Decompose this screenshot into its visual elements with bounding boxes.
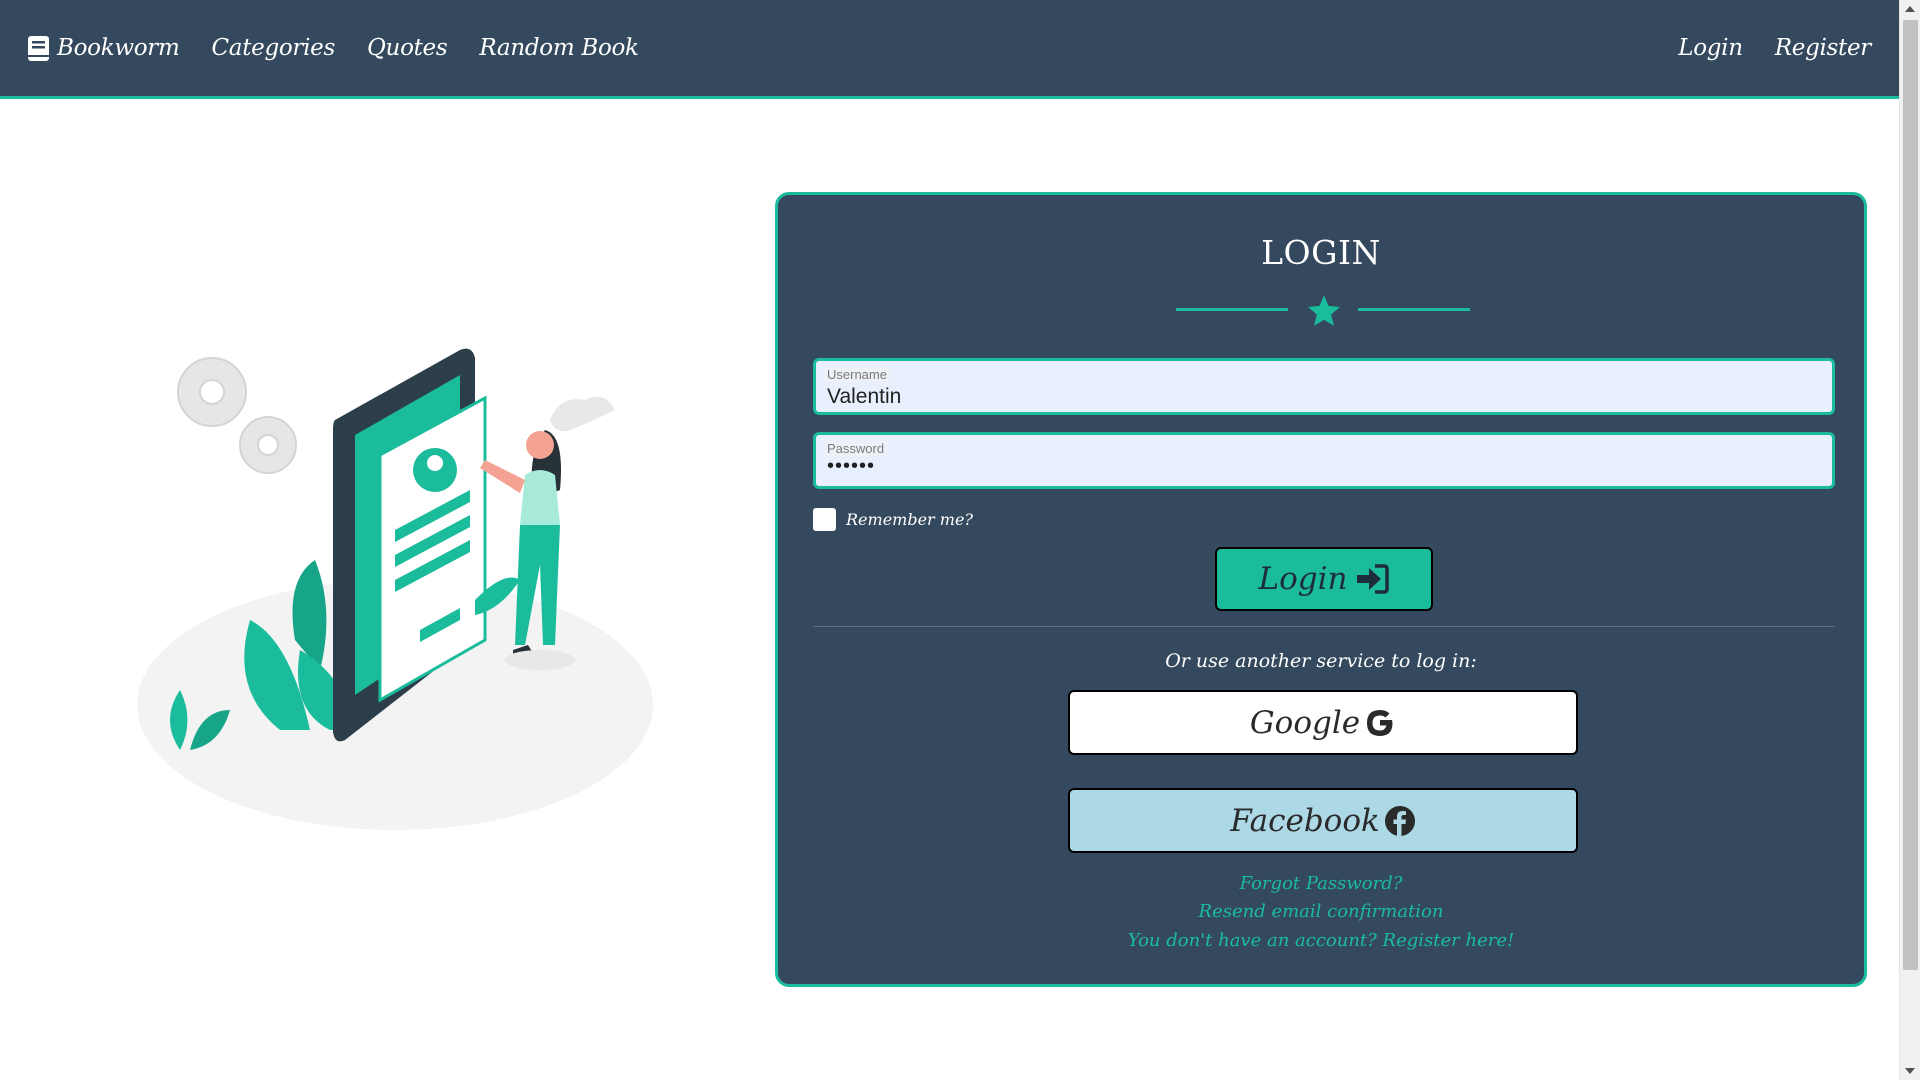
gear-icon: [177, 357, 297, 474]
username-value: Valentin: [827, 385, 902, 408]
vertical-scrollbar[interactable]: [1899, 0, 1920, 1080]
login-button[interactable]: Login: [1215, 547, 1433, 611]
facebook-login-button[interactable]: Facebook: [1068, 788, 1578, 853]
login-card: LOGIN Username Valentin Password •••••• …: [775, 192, 1867, 987]
remember-checkbox[interactable]: [813, 508, 836, 531]
title-divider-right: [1358, 308, 1470, 311]
login-button-label: Login: [1258, 561, 1348, 597]
google-login-button[interactable]: Google: [1068, 690, 1578, 755]
nav-left: Bookworm Categories Quotes Random Book: [28, 35, 671, 61]
google-button-label: Google: [1249, 704, 1361, 741]
password-value: ••••••: [827, 455, 876, 477]
cloud-shape: [550, 396, 615, 432]
nav-right: Login Register: [1646, 35, 1871, 61]
nav-link-categories[interactable]: Categories: [211, 35, 335, 61]
star-icon: [1308, 295, 1340, 326]
nav-link-login[interactable]: Login: [1678, 35, 1743, 61]
facebook-button-label: Facebook: [1230, 802, 1380, 839]
password-label: Password: [824, 441, 888, 456]
remember-label: Remember me?: [846, 510, 973, 529]
nav-link-register[interactable]: Register: [1775, 35, 1872, 61]
title-divider-left: [1176, 308, 1288, 311]
google-icon: [1367, 709, 1393, 736]
facebook-icon: [1384, 805, 1415, 836]
section-divider: [813, 626, 1835, 627]
remember-me[interactable]: Remember me?: [813, 508, 973, 531]
resend-email-link[interactable]: Resend email confirmation: [778, 901, 1864, 922]
scroll-up-icon[interactable]: [1905, 6, 1915, 12]
scrollbar-thumb[interactable]: [1903, 20, 1918, 970]
navbar: Bookworm Categories Quotes Random Book L…: [0, 0, 1899, 99]
username-label: Username: [824, 367, 890, 382]
brand-label: Bookworm: [57, 35, 180, 61]
login-title: LOGIN: [1261, 233, 1381, 272]
register-link[interactable]: You don't have an account? Register here…: [778, 930, 1864, 951]
brand-link[interactable]: Bookworm: [28, 35, 180, 61]
login-illustration: [137, 348, 653, 830]
forgot-password-link[interactable]: Forgot Password?: [778, 873, 1864, 894]
sign-in-icon: [1357, 564, 1390, 594]
scroll-down-icon[interactable]: [1905, 1068, 1915, 1074]
username-field[interactable]: Username Valentin: [813, 358, 1835, 415]
nav-link-random-book[interactable]: Random Book: [479, 35, 639, 61]
book-icon: [28, 35, 49, 61]
alt-login-text: Or use another service to log in:: [1165, 650, 1477, 672]
nav-link-quotes[interactable]: Quotes: [367, 35, 448, 61]
password-field[interactable]: Password ••••••: [813, 432, 1835, 489]
